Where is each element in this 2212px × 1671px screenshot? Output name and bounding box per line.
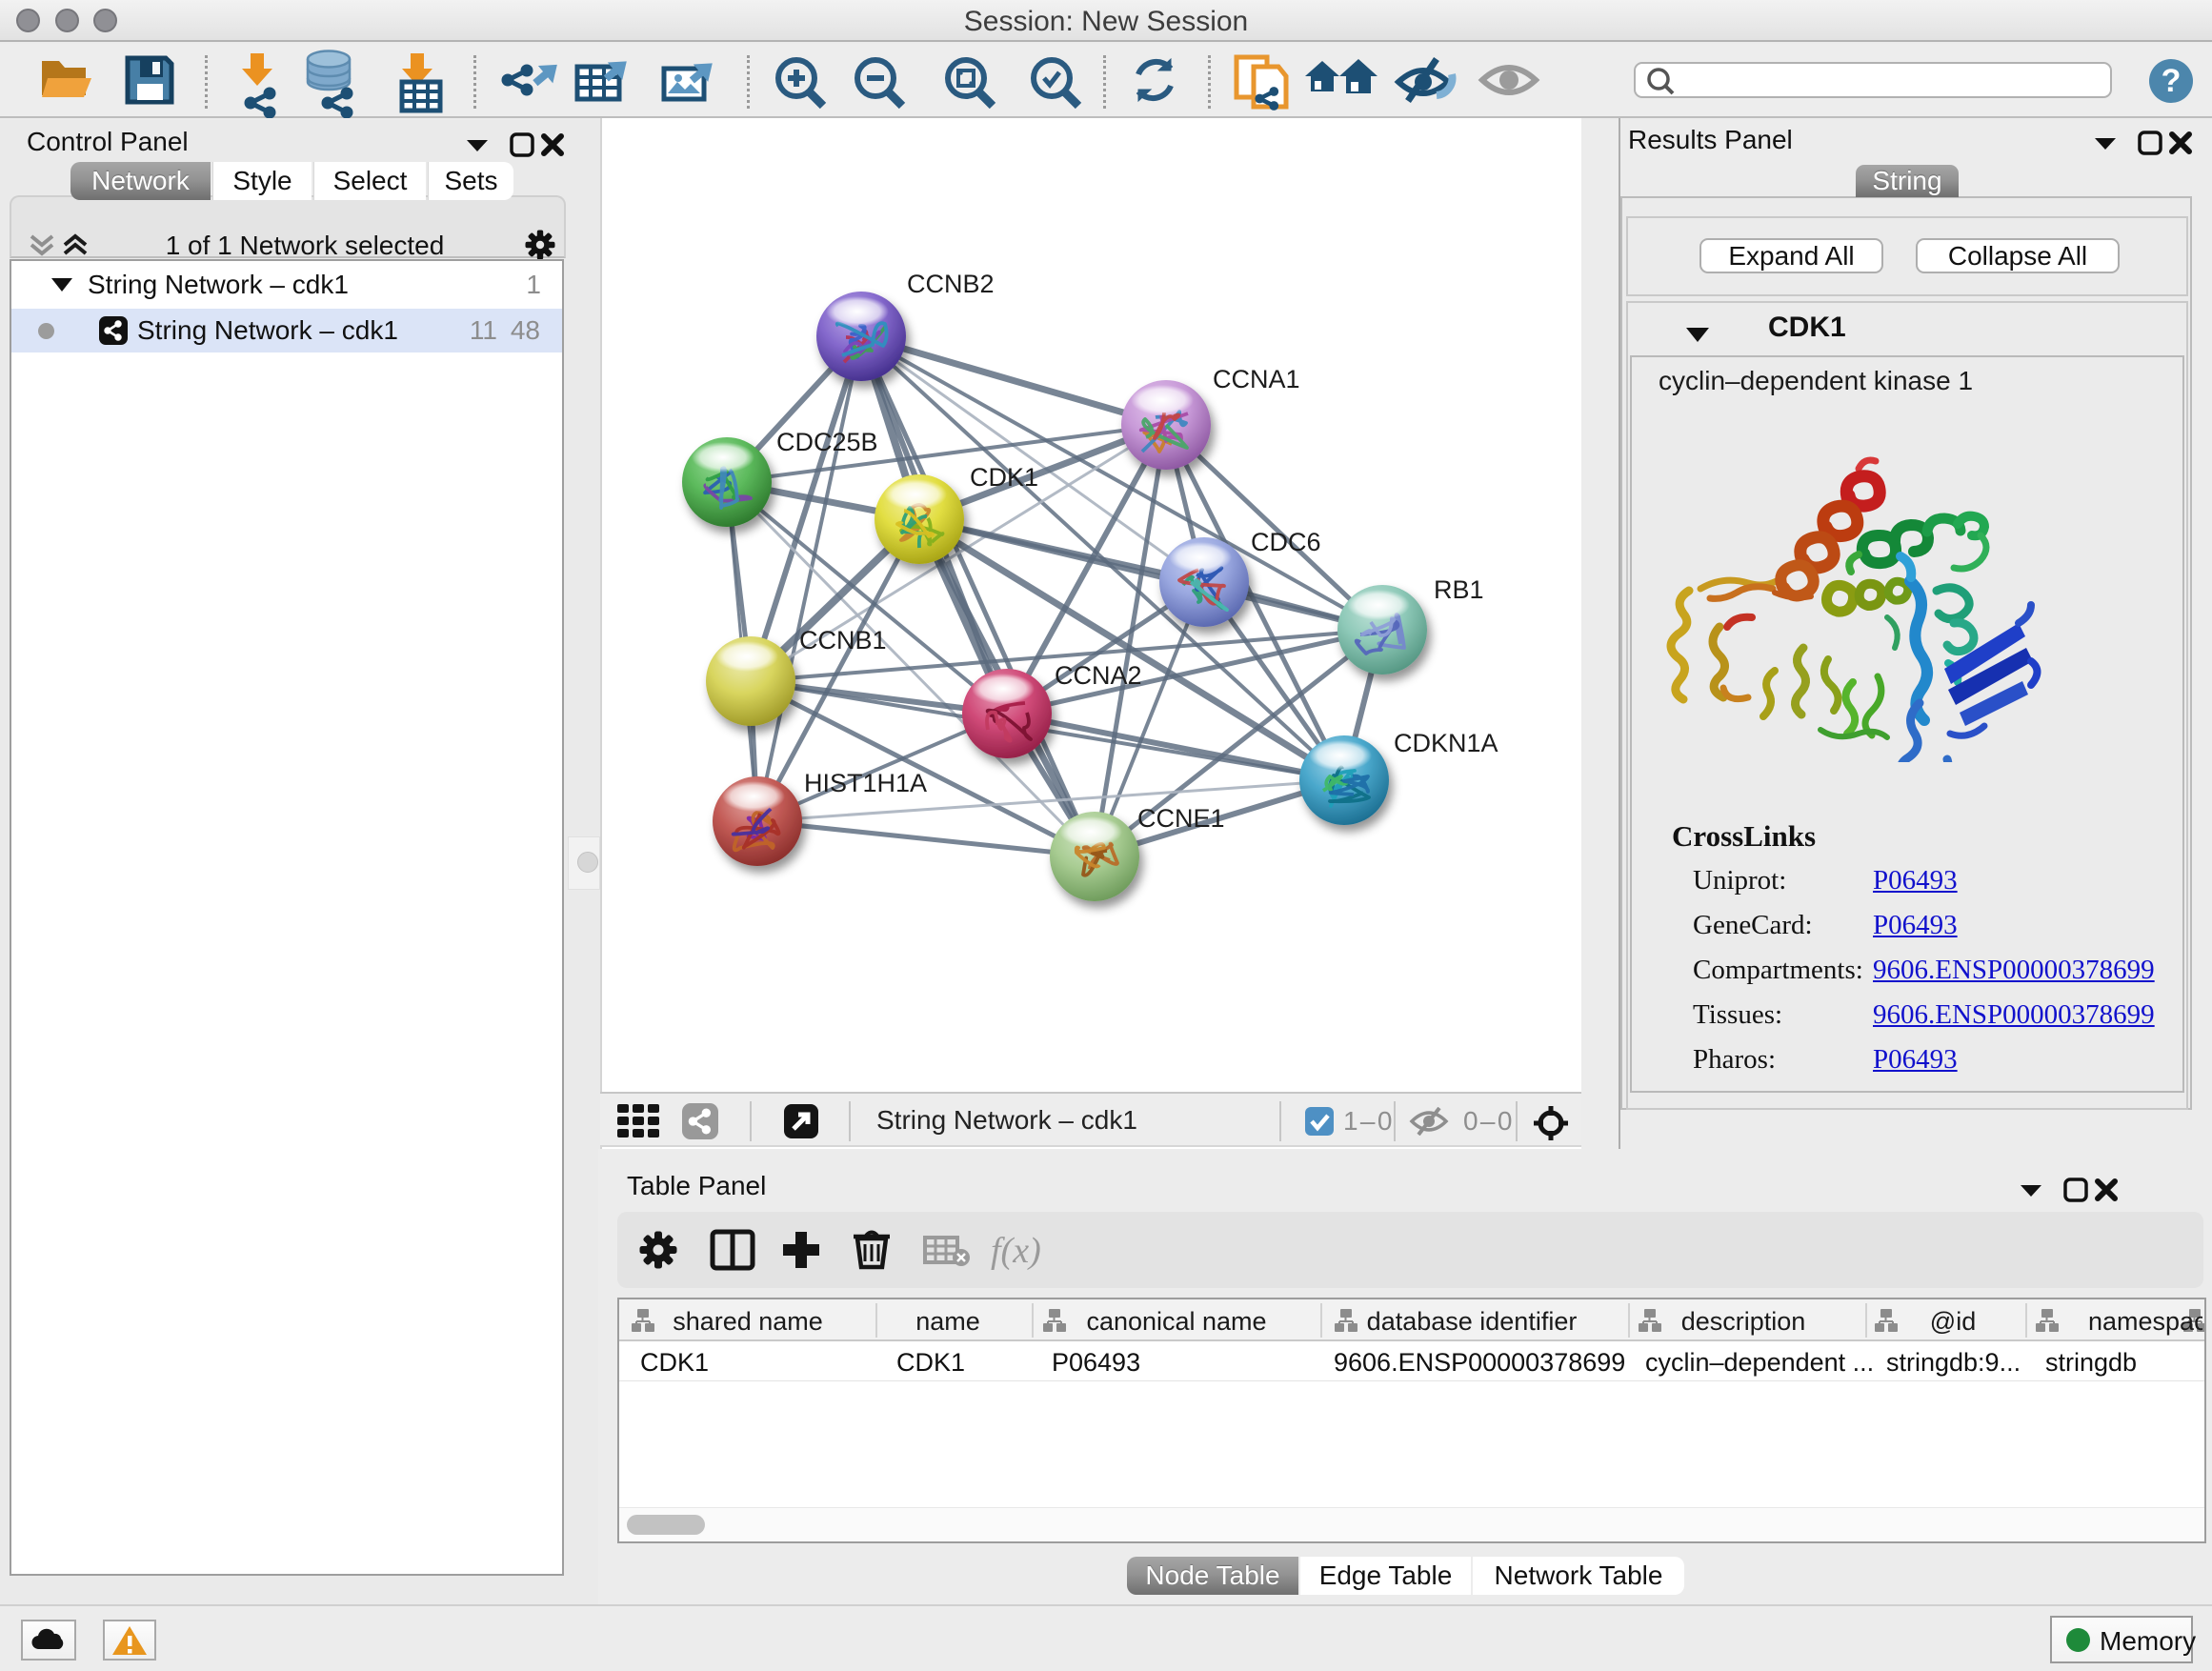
svg-text:CDK1: CDK1 xyxy=(970,463,1038,492)
svg-text:CCNA2: CCNA2 xyxy=(1055,661,1142,690)
svg-text:CCNE1: CCNE1 xyxy=(1137,804,1225,833)
svg-text:CDC25B: CDC25B xyxy=(776,428,878,456)
svg-text:CCNB1: CCNB1 xyxy=(799,626,887,654)
svg-text:CDKN1A: CDKN1A xyxy=(1394,729,1498,757)
svg-text:CCNA1: CCNA1 xyxy=(1213,365,1300,393)
svg-text:RB1: RB1 xyxy=(1434,575,1484,604)
svg-text:CDC6: CDC6 xyxy=(1251,528,1321,556)
svg-text:HIST1H1A: HIST1H1A xyxy=(804,769,927,797)
svg-text:f(x): f(x) xyxy=(991,1231,1041,1271)
svg-text:CCNB2: CCNB2 xyxy=(907,270,995,298)
